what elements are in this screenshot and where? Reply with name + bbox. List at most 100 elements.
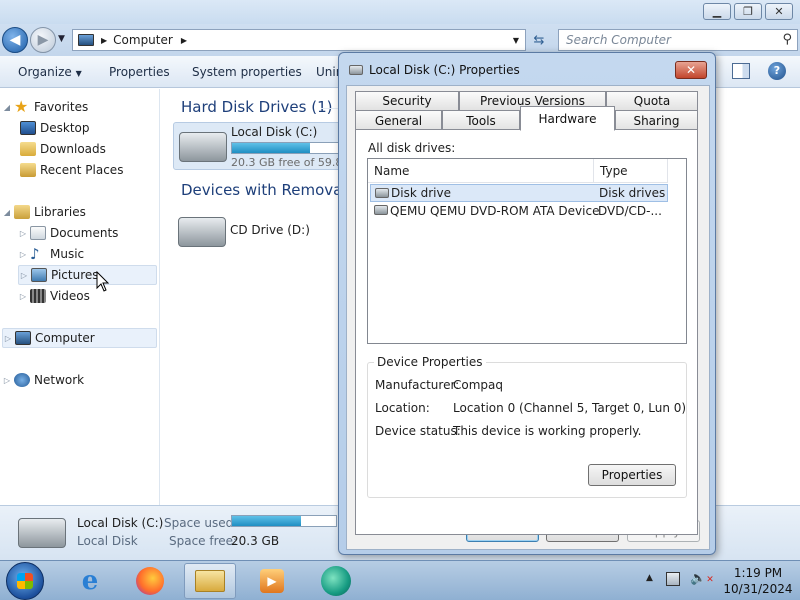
drive-tile-d[interactable]: CD Drive (D:) xyxy=(173,207,343,255)
expand-icon[interactable]: ◢ xyxy=(2,103,12,112)
device-status-label: Device status: xyxy=(375,424,461,438)
group-hard-disk-drives[interactable]: Hard Disk Drives (1) xyxy=(181,98,332,116)
dialog-close-button[interactable]: ✕ xyxy=(675,61,707,79)
close-icon: ✕ xyxy=(774,5,784,18)
nav-downloads[interactable]: Downloads xyxy=(18,139,157,159)
disk-drives-list[interactable]: Name Type Disk drive Disk drives QEMU QE… xyxy=(367,158,687,344)
collapsed-icon[interactable]: ▷ xyxy=(18,229,28,238)
space-free-value: 20.3 GB xyxy=(231,534,280,548)
nav-computer-label: Computer xyxy=(35,331,95,345)
nav-music[interactable]: ▷ ♪ Music xyxy=(18,244,157,264)
properties-button[interactable]: Properties xyxy=(109,65,170,79)
search-input[interactable]: Search Computer ⚲ xyxy=(558,29,798,51)
nav-computer[interactable]: ▷ Computer xyxy=(2,328,157,348)
taskbar: e ▶ ▲ 🔈✕ 1:19 PM 10/31/2024 xyxy=(0,560,800,600)
device-properties-legend: Device Properties xyxy=(374,355,486,369)
breadcrumb-chevron-icon[interactable]: ▶ xyxy=(181,36,187,45)
device-properties-button[interactable]: Properties xyxy=(588,464,676,486)
network-status-icon[interactable] xyxy=(666,572,680,586)
nav-favorites[interactable]: ◢ ★ Favorites xyxy=(2,97,157,117)
drive-d-name: CD Drive (D:) xyxy=(230,223,310,237)
volume-muted-icon[interactable]: 🔈✕ xyxy=(690,571,714,586)
collapsed-icon[interactable]: ▷ xyxy=(19,271,29,280)
tab-general[interactable]: General xyxy=(355,110,442,130)
nav-network-label: Network xyxy=(34,373,85,387)
nav-network[interactable]: ▷ Network xyxy=(2,370,157,390)
dialog-body: Security Previous Versions Quota General… xyxy=(346,85,710,550)
forward-button[interactable]: ▶ xyxy=(30,27,56,53)
nav-libraries-label: Libraries xyxy=(34,205,86,219)
search-placeholder: Search Computer xyxy=(566,33,671,47)
taskbar-media-player[interactable]: ▶ xyxy=(246,563,298,599)
close-button[interactable]: ✕ xyxy=(765,3,793,20)
help-icon[interactable]: ? xyxy=(768,62,786,80)
nav-libraries[interactable]: ◢ Libraries xyxy=(2,202,157,222)
tab-quota[interactable]: Quota xyxy=(606,91,698,110)
search-icon[interactable]: ⚲ xyxy=(782,32,792,47)
address-dropdown-icon[interactable]: ▼ xyxy=(513,36,519,45)
downloads-folder-icon xyxy=(20,142,36,156)
minimize-button[interactable]: ▁ xyxy=(703,3,731,20)
tab-sharing[interactable]: Sharing xyxy=(615,110,698,130)
list-row-disk-drive[interactable]: Disk drive Disk drives xyxy=(370,184,668,202)
collapsed-icon[interactable]: ▷ xyxy=(3,334,13,343)
taskbar-firefox[interactable] xyxy=(124,563,176,599)
drive-icon xyxy=(349,65,363,75)
nav-recent-places-label: Recent Places xyxy=(40,163,124,177)
column-header-type[interactable]: Type xyxy=(594,159,668,183)
hard-drive-icon xyxy=(18,518,66,548)
tab-security[interactable]: Security xyxy=(355,91,459,110)
nav-recent-places[interactable]: Recent Places xyxy=(18,160,157,180)
expand-icon[interactable]: ◢ xyxy=(2,208,12,217)
mouse-cursor-icon xyxy=(96,271,110,292)
drive-tile-c[interactable]: Local Disk (C:) 20.3 GB free of 59.8 G xyxy=(173,122,353,170)
space-used-fill xyxy=(232,516,301,526)
system-clock[interactable]: 1:19 PM 10/31/2024 xyxy=(716,565,800,597)
maximize-button[interactable]: ❐ xyxy=(734,3,762,20)
breadcrumb-separator-icon: ▶ xyxy=(101,35,108,45)
clock-time: 1:19 PM xyxy=(733,566,783,580)
pictures-icon xyxy=(31,268,47,282)
start-button[interactable] xyxy=(6,562,44,600)
breadcrumb-computer[interactable]: Computer xyxy=(113,33,173,47)
collapsed-icon[interactable]: ▷ xyxy=(18,292,28,301)
back-button[interactable]: ◀ xyxy=(2,27,28,53)
tab-hardware[interactable]: Hardware xyxy=(520,106,615,131)
show-hidden-icons-icon[interactable]: ▲ xyxy=(646,573,653,583)
taskbar-app[interactable] xyxy=(310,563,362,599)
device-properties-group: Device Properties Manufacturer: Compaq L… xyxy=(367,355,687,498)
location-value: Location 0 (Channel 5, Target 0, Lun 0) xyxy=(453,401,687,415)
music-icon: ♪ xyxy=(30,245,40,263)
address-bar[interactable]: ▶ Computer ▶ ▼ xyxy=(72,29,526,51)
nav-pictures[interactable]: ▷ Pictures xyxy=(18,265,157,285)
chevron-down-icon: ▼ xyxy=(75,69,82,78)
recent-places-icon xyxy=(20,163,36,177)
taskbar-internet-explorer[interactable]: e xyxy=(64,563,116,599)
navigation-pane: ◢ ★ Favorites Desktop Downloads Recent P… xyxy=(0,89,160,505)
folder-icon xyxy=(195,570,225,592)
taskbar-windows-explorer[interactable] xyxy=(184,563,236,599)
column-header-name[interactable]: Name xyxy=(368,159,594,183)
organize-button[interactable]: Organize ▼ xyxy=(18,65,82,79)
nav-documents[interactable]: ▷ Documents xyxy=(18,223,157,243)
preview-pane-icon[interactable] xyxy=(732,63,750,79)
all-disk-drives-label: All disk drives: xyxy=(368,141,456,155)
nav-documents-label: Documents xyxy=(50,226,119,240)
properties-dialog: Local Disk (C:) Properties ✕ Security Pr… xyxy=(338,52,716,555)
drive-c-name: Local Disk (C:) xyxy=(231,125,318,139)
system-properties-button[interactable]: System properties xyxy=(192,65,302,79)
nav-videos[interactable]: ▷ Videos xyxy=(18,286,157,306)
row-type: DVD/CD-... xyxy=(598,204,662,218)
nav-desktop[interactable]: Desktop xyxy=(18,118,157,138)
arrow-right-icon: ▶ xyxy=(37,32,49,48)
refresh-button[interactable]: ⇆ xyxy=(528,29,550,51)
organize-label: Organize xyxy=(18,65,72,79)
firefox-icon xyxy=(136,567,164,595)
recent-pages-dropdown[interactable]: ▼ xyxy=(58,34,65,44)
windows-logo-icon xyxy=(17,573,33,589)
collapsed-icon[interactable]: ▷ xyxy=(18,250,28,259)
collapsed-icon[interactable]: ▷ xyxy=(2,376,12,385)
tab-tools[interactable]: Tools xyxy=(442,110,520,130)
list-row-dvd-rom[interactable]: QEMU QEMU DVD-ROM ATA Device DVD/CD-... xyxy=(370,202,668,220)
nav-music-label: Music xyxy=(50,247,85,261)
